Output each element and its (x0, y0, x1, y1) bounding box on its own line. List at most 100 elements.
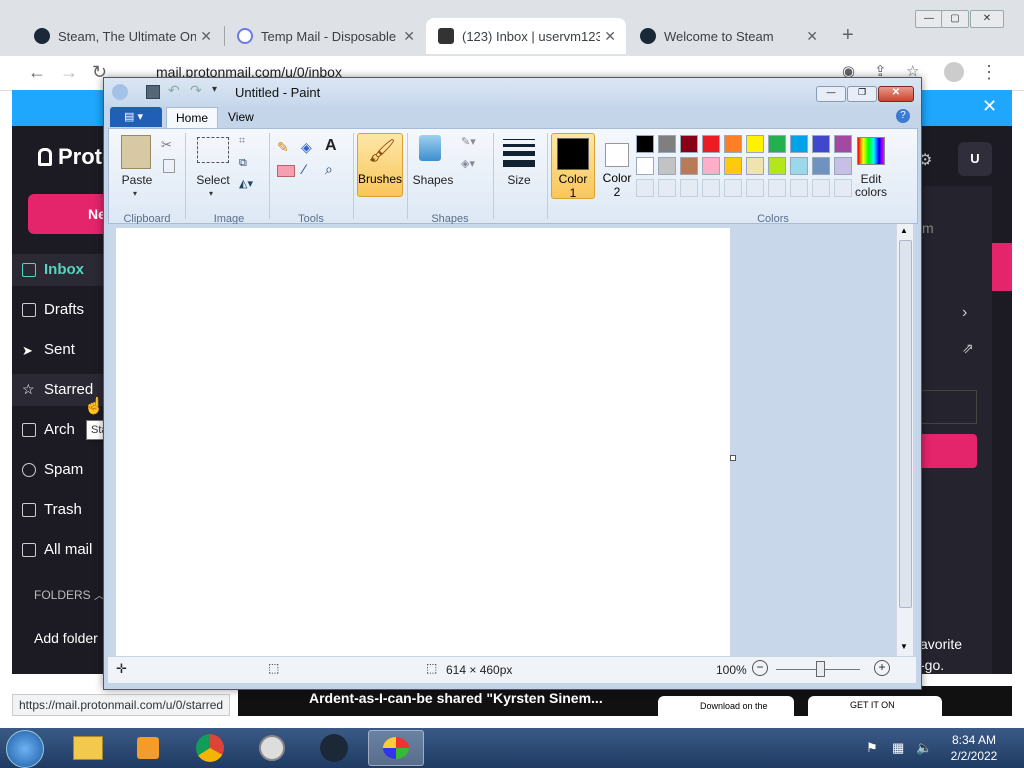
color-swatch[interactable] (746, 157, 764, 175)
sidebar-item-spam[interactable]: Spam (22, 461, 83, 478)
color-swatch[interactable] (658, 135, 676, 153)
color-swatch[interactable] (636, 135, 654, 153)
text-icon[interactable]: A (325, 137, 337, 155)
forward-icon[interactable]: → (60, 62, 78, 83)
select-button[interactable]: Select (191, 173, 235, 187)
brushes-button[interactable]: 🖌 Brushes (357, 133, 403, 197)
zoom-in-button[interactable]: + (874, 660, 890, 676)
color1-button[interactable]: Color 1 (551, 133, 595, 200)
new-message-button[interactable]: Ne (28, 194, 108, 234)
network-icon[interactable]: ▦ (892, 740, 904, 756)
sidebar-item-starred[interactable]: ☆ Starred (22, 381, 93, 398)
shapes-button[interactable]: Shapes (409, 173, 457, 187)
app-store-badge[interactable]: Download on the (658, 696, 794, 716)
custom-color-slot[interactable] (834, 179, 852, 197)
paint-close-button[interactable]: ✕ (878, 86, 914, 102)
shapes-icon[interactable] (419, 135, 441, 161)
taskbar-paint[interactable] (368, 730, 424, 766)
custom-color-slot[interactable] (746, 179, 764, 197)
custom-color-slot[interactable] (702, 179, 720, 197)
color-swatch[interactable] (636, 157, 654, 175)
close-button[interactable]: ✕ (970, 10, 1004, 28)
save-icon[interactable] (146, 85, 160, 99)
close-tab-icon[interactable]: ✕ (604, 28, 616, 45)
avatar[interactable]: U (958, 142, 992, 176)
folders-heading[interactable]: FOLDERS ︿ (34, 587, 105, 603)
eraser-icon[interactable] (277, 165, 295, 177)
help-icon[interactable]: ? (896, 109, 910, 123)
sidebar-item-trash[interactable]: Trash (22, 501, 82, 518)
canvas-resize-handle[interactable] (730, 455, 736, 461)
color-swatch[interactable] (834, 135, 852, 153)
select-icon[interactable] (197, 137, 229, 163)
close-tab-icon[interactable]: ✕ (403, 28, 415, 45)
cut-icon[interactable]: ✂ (161, 137, 172, 153)
action-center-icon[interactable]: ⚑ (866, 740, 878, 756)
color-swatch[interactable] (746, 135, 764, 153)
custom-color-slot[interactable] (724, 179, 742, 197)
zoom-out-button[interactable]: − (752, 660, 768, 676)
start-button[interactable] (6, 730, 44, 768)
fill-icon[interactable]: ◈ (301, 139, 312, 156)
right-action-button[interactable] (920, 434, 977, 468)
rotate-icon[interactable]: ◭▾ (239, 177, 253, 190)
custom-color-slot[interactable] (812, 179, 830, 197)
tab-view[interactable]: View (228, 110, 254, 124)
shape-fill-icon[interactable]: ◈▾ (461, 157, 475, 170)
taskbar-media[interactable] (120, 730, 176, 766)
close-tab-icon[interactable]: ✕ (200, 28, 212, 45)
maximize-button[interactable]: ▢ (941, 10, 969, 28)
color-swatch[interactable] (702, 135, 720, 153)
paste-icon[interactable] (121, 135, 151, 169)
custom-color-slot[interactable] (768, 179, 786, 197)
taskbar-app[interactable] (244, 730, 300, 766)
tab-home[interactable]: Home (166, 107, 218, 129)
color2-button[interactable]: Color 2 (597, 133, 637, 199)
custom-color-slot[interactable] (636, 179, 654, 197)
drawing-canvas[interactable] (116, 228, 730, 658)
taskbar-chrome[interactable] (182, 730, 238, 766)
paint-app-icon[interactable] (112, 84, 128, 100)
promo-text[interactable]: Ardent-as-I-can-be shared "Kyrsten Sinem… (309, 690, 603, 706)
taskbar-steam[interactable] (306, 730, 362, 766)
color-swatch[interactable] (702, 157, 720, 175)
paste-button[interactable]: Paste (117, 173, 157, 187)
minimize-button[interactable]: — (915, 10, 943, 28)
taskbar-explorer[interactable] (60, 730, 116, 766)
tab-inbox[interactable]: (123) Inbox | uservm123@ ✕ (426, 18, 626, 54)
close-tab-icon[interactable]: ✕ (806, 28, 818, 45)
vertical-scrollbar[interactable]: ▲ ▼ (896, 224, 913, 656)
color-swatch[interactable] (680, 157, 698, 175)
zoom-slider-thumb[interactable] (816, 661, 825, 677)
paint-menu-button[interactable]: ▤ ▾ (110, 107, 162, 127)
external-link-icon[interactable]: ⇗ (962, 340, 974, 357)
crop-icon[interactable]: ⌗ (239, 135, 245, 148)
paint-minimize-button[interactable]: — (816, 86, 846, 102)
color-swatch[interactable] (768, 135, 786, 153)
chevron-right-icon[interactable]: › (962, 304, 967, 322)
right-input[interactable] (920, 390, 977, 424)
redo-icon[interactable]: ↷ (190, 82, 202, 99)
color-swatch[interactable] (724, 157, 742, 175)
tab-tempmail[interactable]: Temp Mail - Disposable Te ✕ (225, 18, 425, 54)
color-picker-icon[interactable]: ⁄ (303, 161, 305, 177)
size-button[interactable]: Size (499, 173, 539, 187)
profile-icon[interactable] (944, 62, 964, 82)
color-swatch[interactable] (790, 135, 808, 153)
menu-icon[interactable]: ⋮ (980, 62, 998, 83)
color-swatch[interactable] (790, 157, 808, 175)
paste-dropdown-icon[interactable]: ▾ (133, 189, 137, 198)
resize-icon[interactable]: ⧉ (239, 157, 247, 170)
color-swatch[interactable] (768, 157, 786, 175)
sidebar-item-drafts[interactable]: Drafts (22, 301, 84, 318)
custom-color-slot[interactable] (658, 179, 676, 197)
custom-color-slot[interactable] (790, 179, 808, 197)
add-folder-link[interactable]: Add folder (34, 630, 98, 646)
color-swatch[interactable] (834, 157, 852, 175)
color-swatch[interactable] (724, 135, 742, 153)
color-swatch[interactable] (658, 157, 676, 175)
close-banner-icon[interactable]: ✕ (982, 96, 997, 117)
quick-access-dropdown-icon[interactable]: ▾ (212, 84, 217, 95)
sidebar-item-all-mail[interactable]: All mail (22, 541, 92, 558)
copy-icon[interactable] (163, 159, 175, 173)
